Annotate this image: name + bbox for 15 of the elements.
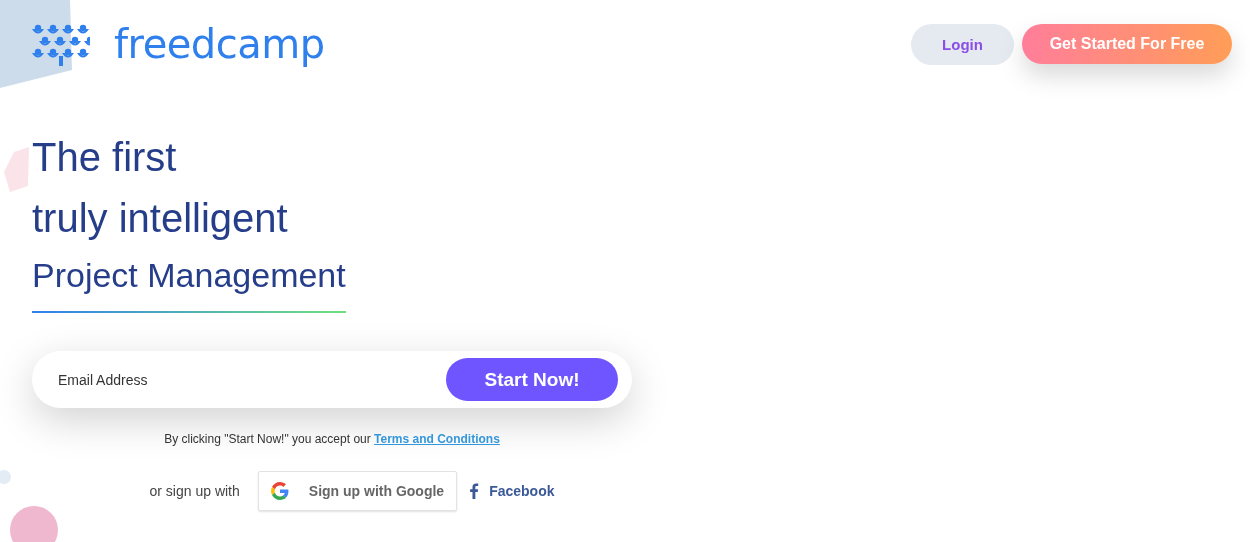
logo-icon — [32, 22, 90, 66]
headline-highlight: Project Management — [32, 249, 346, 313]
facebook-link[interactable]: Facebook — [469, 483, 555, 499]
social-prefix: or sign up with — [149, 483, 240, 499]
brand-wordmark: freedcamp — [114, 21, 325, 67]
terms-text: By clicking "Start Now!" you accept our Terms and Conditions — [163, 432, 501, 446]
google-signup-button[interactable]: Sign up with Google — [257, 471, 458, 511]
terms-link[interactable]: Terms and Conditions — [374, 432, 500, 446]
google-icon — [270, 482, 289, 500]
login-button[interactable]: Login — [911, 23, 1014, 65]
start-now-button[interactable]: Start Now! — [446, 358, 618, 401]
facebook-icon — [470, 483, 479, 499]
headline: The first — [32, 134, 177, 181]
headline: truly intelligent — [32, 195, 288, 242]
background-shape — [4, 147, 29, 192]
